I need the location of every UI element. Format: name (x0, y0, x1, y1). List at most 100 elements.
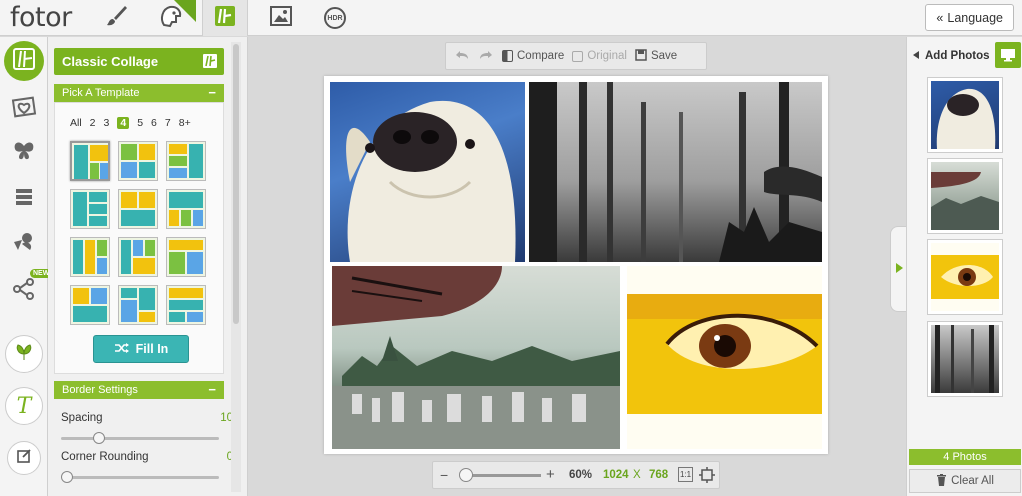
collapse-photos-panel[interactable] (890, 226, 906, 312)
slider-handle[interactable] (93, 432, 106, 444)
canvas-toolbar: Compare Original Save (445, 42, 707, 70)
border-settings-header[interactable]: Border Settings − (54, 381, 224, 399)
tab-frames[interactable] (258, 0, 304, 36)
collage-photo-city[interactable] (332, 266, 620, 449)
template-thumb[interactable] (118, 237, 158, 277)
rail-edit-button[interactable] (7, 441, 41, 475)
count-3[interactable]: 3 (104, 117, 110, 129)
butterfly-icon (12, 140, 36, 167)
photo-thumb-dog[interactable] (927, 77, 1003, 153)
add-photos-label: Add Photos (925, 50, 990, 62)
original-icon (572, 50, 584, 62)
collage-photo-dog[interactable] (330, 82, 525, 262)
rail-text-button[interactable]: T (5, 387, 43, 425)
rail-freestyle-button[interactable] (4, 89, 44, 129)
photo-thumb-forest[interactable] (927, 321, 1003, 397)
rail-stitch-button[interactable] (4, 179, 44, 219)
compare-button[interactable]: Compare (502, 50, 564, 62)
text-icon: T (16, 393, 32, 419)
language-button[interactable]: « Language (925, 4, 1014, 31)
save-icon (635, 48, 647, 64)
brush-icon (105, 4, 129, 33)
rail-share-button[interactable]: NEW (4, 269, 53, 311)
collage-icon (13, 47, 35, 75)
fill-in-button[interactable]: Fill In (93, 335, 189, 363)
template-thumb[interactable] (118, 189, 158, 229)
template-thumb[interactable] (166, 141, 206, 181)
template-thumb[interactable] (70, 141, 110, 181)
clear-all-button[interactable]: Clear All (909, 469, 1021, 493)
panel-title: Classic Collage (54, 48, 224, 75)
collage-canvas[interactable] (324, 76, 828, 454)
compare-label: Compare (517, 50, 565, 62)
spacing-slider[interactable] (61, 432, 219, 444)
count-7[interactable]: 7 (165, 117, 171, 129)
original-button[interactable]: Original (572, 50, 627, 62)
save-button[interactable]: Save (635, 48, 677, 64)
count-5[interactable]: 5 (137, 117, 143, 129)
edit-icon (16, 448, 32, 469)
tab-hdr[interactable]: HDR (312, 0, 358, 36)
zoom-slider[interactable] (461, 474, 541, 477)
count-4[interactable]: 4 (117, 117, 130, 129)
zoom-in-button[interactable]: + (546, 466, 555, 483)
actual-size-button[interactable]: 1:1 (678, 467, 694, 482)
tool-rail: NEW T (0, 37, 53, 496)
corner-rounding-slider[interactable] (61, 471, 219, 483)
pick-template-header[interactable]: Pick A Template − (54, 84, 224, 102)
fotor-logo[interactable]: fotor (10, 2, 72, 33)
template-thumb[interactable] (70, 237, 110, 277)
collapse-icon[interactable]: − (208, 382, 216, 397)
count-2[interactable]: 2 (90, 117, 96, 129)
undo-icon[interactable] (454, 49, 470, 64)
redo-icon[interactable] (478, 49, 494, 64)
panel-scrollbar[interactable] (231, 42, 241, 492)
eye-photo (627, 294, 822, 414)
hdr-icon: HDR (324, 7, 346, 29)
play-right-icon (895, 260, 903, 278)
zoom-slider-handle[interactable] (459, 468, 473, 482)
scrollbar-thumb[interactable] (233, 44, 239, 324)
template-thumb[interactable] (166, 237, 206, 277)
template-thumb[interactable] (166, 285, 206, 325)
share-icon (12, 277, 36, 306)
template-thumb[interactable] (70, 285, 110, 325)
slider-handle[interactable] (61, 471, 73, 483)
compare-icon (502, 50, 513, 62)
add-photos-button[interactable]: Add Photos (907, 42, 1022, 68)
zoom-out-button[interactable]: − (440, 467, 448, 483)
dog-photo (346, 100, 516, 262)
rail-artistic-button[interactable] (4, 133, 44, 173)
collapse-icon[interactable]: − (208, 85, 216, 100)
zoom-level: 60% (569, 469, 593, 481)
rail-sticker-button[interactable] (5, 335, 43, 373)
photo-thumb-eye[interactable] (927, 239, 1003, 315)
template-thumb[interactable] (118, 285, 158, 325)
funky-shapes-icon (12, 230, 36, 257)
trash-icon (936, 473, 947, 489)
collage-photo-eye[interactable] (627, 266, 822, 449)
dimension-separator: X (633, 469, 641, 481)
monitor-icon[interactable] (995, 42, 1021, 68)
fit-screen-icon[interactable] (699, 467, 715, 486)
panel-title-label: Classic Collage (62, 54, 159, 69)
count-6[interactable]: 6 (151, 117, 157, 129)
template-thumb[interactable] (70, 189, 110, 229)
photos-panel: Add Photos 4 Photos Clear All (906, 37, 1022, 496)
tab-edit[interactable] (94, 0, 140, 36)
rail-collage-button[interactable] (4, 41, 44, 81)
tab-beauty[interactable] (148, 0, 196, 36)
photo-thumb-city[interactable] (927, 158, 1003, 234)
picture-icon (269, 5, 293, 32)
shuffle-icon (114, 342, 130, 357)
rail-funky-button[interactable] (4, 223, 44, 263)
template-thumb[interactable] (166, 189, 206, 229)
template-thumb[interactable] (118, 141, 158, 181)
border-settings-label: Border Settings (62, 384, 138, 396)
tab-collage[interactable] (202, 0, 248, 36)
language-label: Language (947, 10, 1003, 25)
count-all[interactable]: All (70, 117, 82, 129)
collage-photo-forest[interactable] (529, 82, 822, 262)
pick-template-label: Pick A Template (62, 87, 140, 99)
count-8-plus[interactable]: 8+ (179, 117, 191, 129)
